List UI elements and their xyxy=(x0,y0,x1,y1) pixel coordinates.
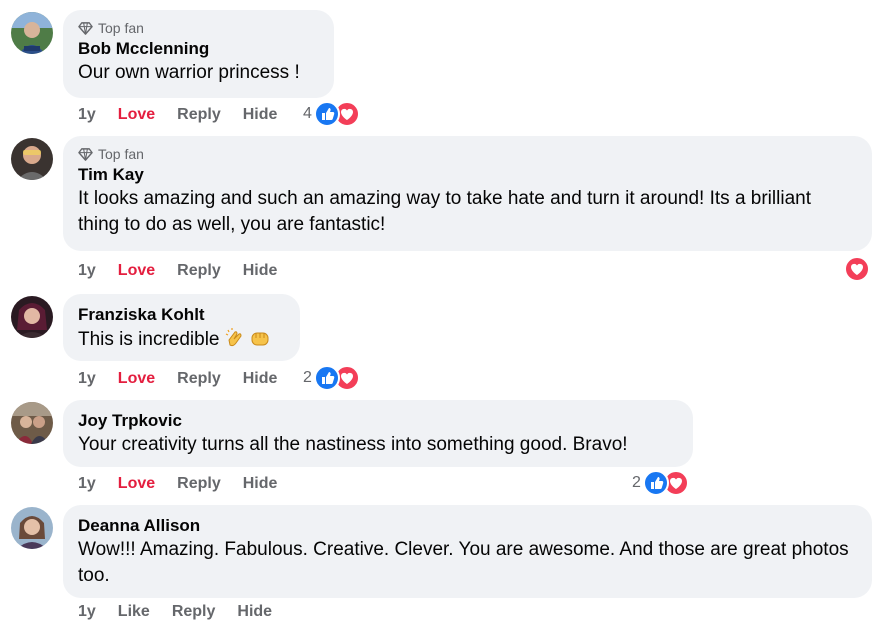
diamond-icon xyxy=(78,21,93,35)
hide-button[interactable]: Hide xyxy=(243,370,278,388)
fist-emoji xyxy=(251,332,268,346)
avatar[interactable] xyxy=(11,138,53,180)
comment-bubble: Deanna Allison Wow!!! Amazing. Fabulous.… xyxy=(63,505,872,598)
timestamp[interactable]: 1y xyxy=(78,475,96,493)
hide-button[interactable]: Hide xyxy=(243,106,278,124)
top-fan-badge: Top fan xyxy=(78,145,856,163)
like-icon xyxy=(313,101,340,127)
hide-button[interactable]: Hide xyxy=(237,603,272,621)
comment-bubble: Top fan Tim Kay It looks amazing and suc… xyxy=(63,136,872,251)
reaction-count: 2 xyxy=(632,474,641,491)
comment-actions: 1y Love Reply Hide xyxy=(78,369,299,389)
like-icon xyxy=(642,470,669,496)
top-fan-badge: Top fan xyxy=(78,19,318,37)
comment-actions: 1y Love Reply Hide xyxy=(78,261,299,281)
comment-bubble: Franziska Kohlt This is incredible xyxy=(63,294,300,361)
hide-button[interactable]: Hide xyxy=(243,475,278,493)
timestamp[interactable]: 1y xyxy=(78,262,96,280)
reply-button[interactable]: Reply xyxy=(177,475,221,493)
commenter-name[interactable]: Joy Trpkovic xyxy=(78,409,677,432)
like-button[interactable]: Like xyxy=(118,603,150,621)
comment-text: Wow!!! Amazing. Fabulous. Creative. Clev… xyxy=(78,539,854,586)
comment-text: This is incredible xyxy=(78,329,220,350)
love-button[interactable]: Love xyxy=(118,106,155,124)
comment-actions: 1y Love Reply Hide xyxy=(78,105,299,125)
comment-text-row: This is incredible xyxy=(78,326,284,353)
love-icon xyxy=(844,256,870,282)
comment-text: Our own warrior princess ! xyxy=(78,62,300,83)
hide-button[interactable]: Hide xyxy=(243,262,278,280)
timestamp[interactable]: 1y xyxy=(78,106,96,124)
diamond-icon xyxy=(78,147,93,161)
reaction-summary[interactable]: 2 xyxy=(303,365,360,391)
comment-text: Your creativity turns all the nastiness … xyxy=(78,434,628,455)
reaction-summary[interactable] xyxy=(844,256,870,282)
comment-bubble: Joy Trpkovic Your creativity turns all t… xyxy=(63,400,693,467)
comment-bubble: Top fan Bob Mcclenning Our own warrior p… xyxy=(63,10,334,98)
clapping-hands-emoji xyxy=(225,328,242,347)
love-button[interactable]: Love xyxy=(118,262,155,280)
comment-actions: 1y Love Reply Hide xyxy=(78,474,299,494)
love-button[interactable]: Love xyxy=(118,475,155,493)
commenter-name[interactable]: Deanna Allison xyxy=(78,514,856,537)
badge-label: Top fan xyxy=(98,146,144,162)
reaction-count: 4 xyxy=(303,105,312,122)
reply-button[interactable]: Reply xyxy=(177,106,221,124)
like-icon xyxy=(313,365,340,391)
avatar[interactable] xyxy=(11,507,53,549)
avatar[interactable] xyxy=(11,296,53,338)
comment-text: It looks amazing and such an amazing way… xyxy=(78,188,817,235)
commenter-name[interactable]: Bob Mcclenning xyxy=(78,37,318,60)
reaction-count: 2 xyxy=(303,369,312,386)
commenter-name[interactable]: Franziska Kohlt xyxy=(78,303,284,326)
reaction-summary[interactable]: 4 xyxy=(303,101,360,127)
reply-button[interactable]: Reply xyxy=(172,603,216,621)
badge-label: Top fan xyxy=(98,20,144,36)
commenter-name[interactable]: Tim Kay xyxy=(78,163,856,186)
love-button[interactable]: Love xyxy=(118,370,155,388)
reply-button[interactable]: Reply xyxy=(177,262,221,280)
timestamp[interactable]: 1y xyxy=(78,603,96,621)
reply-button[interactable]: Reply xyxy=(177,370,221,388)
avatar[interactable] xyxy=(11,12,53,54)
reaction-summary[interactable]: 2 xyxy=(632,470,689,496)
comment-actions: 1y Like Reply Hide xyxy=(78,602,294,622)
avatar[interactable] xyxy=(11,402,53,444)
timestamp[interactable]: 1y xyxy=(78,370,96,388)
